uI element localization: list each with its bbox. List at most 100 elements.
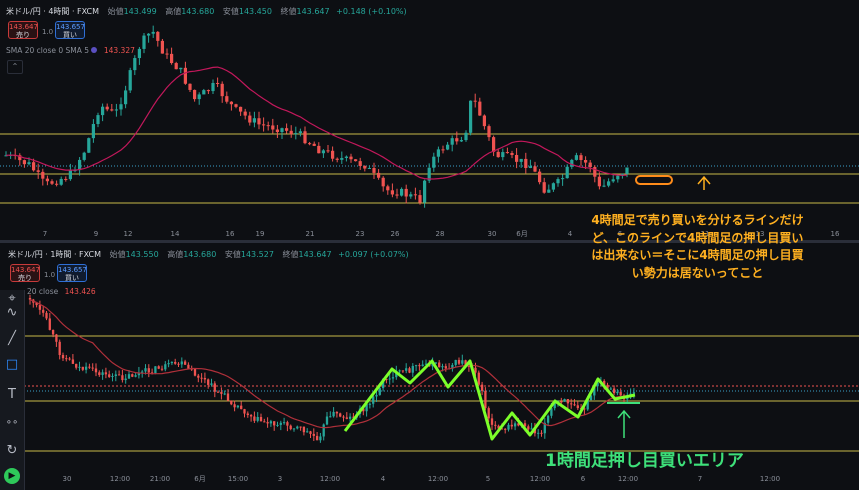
indicator-value: 143.327 <box>103 46 135 55</box>
candle-body <box>409 194 413 197</box>
candle-body <box>240 405 243 410</box>
candle-body <box>137 48 142 59</box>
candle-body <box>422 180 427 203</box>
candle-body <box>187 364 190 369</box>
candle-body <box>329 416 332 418</box>
candle-body <box>141 371 144 373</box>
trend-line-icon[interactable]: ╱ <box>3 330 21 348</box>
candle-body <box>540 432 543 434</box>
candle-body <box>36 170 40 172</box>
replay-icon[interactable]: ↻ <box>3 442 21 460</box>
close-value: 143.647 <box>298 250 332 259</box>
candle-body <box>542 182 546 193</box>
candle-body <box>537 171 542 183</box>
candle-body <box>193 368 197 376</box>
candle-body <box>119 104 123 110</box>
buy-button[interactable]: 143.657 買い <box>55 21 85 39</box>
candle-body <box>94 368 98 373</box>
candle-body <box>461 360 464 364</box>
candle-body <box>519 158 523 162</box>
candle-body <box>335 158 339 160</box>
symbol-label[interactable]: 米ドル/円 · 4時間 · FXCM <box>6 7 99 16</box>
rectangle-icon[interactable]: □ <box>3 356 21 374</box>
sell-label: 売り <box>18 274 32 282</box>
candle-body <box>319 436 322 441</box>
candle-body <box>206 90 211 92</box>
candle-body <box>229 101 234 105</box>
candle-body <box>269 421 273 424</box>
candle-body <box>487 408 490 419</box>
candle-body <box>230 400 233 405</box>
candle-body <box>50 181 54 184</box>
candle-body <box>524 158 528 168</box>
candle-body <box>22 160 27 165</box>
candle-body <box>246 413 249 416</box>
arrow-up-icon <box>697 175 711 190</box>
buy-button[interactable]: 143.657 買い <box>57 264 87 282</box>
candle-body <box>59 178 63 185</box>
candle-body <box>317 145 321 154</box>
candle-body <box>450 138 454 145</box>
candle-body <box>58 341 61 356</box>
chart-4h-canvas[interactable]: 7 9 12 14 16 19 21 23 26 28 30 6月 4 6 11 13 16 <box>0 0 859 240</box>
candle-body <box>279 422 282 425</box>
candle-body <box>223 393 226 395</box>
candle-body <box>510 424 513 427</box>
candle-body <box>174 63 178 70</box>
candle-body <box>192 89 197 100</box>
buy-label: 買い <box>65 274 79 282</box>
candle-body <box>156 31 160 41</box>
candle-body <box>551 183 556 190</box>
chevron-up-icon[interactable]: ⌃ <box>7 60 23 74</box>
candle-body <box>353 159 358 162</box>
candle-body <box>167 363 170 365</box>
candle-body <box>284 128 289 131</box>
candle-body <box>296 426 299 429</box>
low-value: 143.527 <box>240 250 274 259</box>
candle-body <box>275 129 280 133</box>
x-tick-label: 9 <box>94 230 98 238</box>
candle-body <box>259 416 263 422</box>
arrow-up-icon <box>617 409 631 438</box>
play-icon[interactable]: ▶ <box>4 468 20 484</box>
sell-button[interactable]: 143.647 売り <box>10 264 40 282</box>
candle-body <box>202 90 206 95</box>
candle-body <box>27 162 31 165</box>
candle-body <box>210 383 213 385</box>
candle-body <box>220 391 223 394</box>
candle-body <box>292 428 296 430</box>
candle-body <box>528 166 533 168</box>
candle-body <box>211 82 215 92</box>
candle-body <box>299 426 302 428</box>
candle-body <box>183 361 187 365</box>
indicator-legend[interactable]: 20 close 143.426 <box>27 287 96 296</box>
candle-body <box>375 394 378 397</box>
candle-body <box>432 156 436 168</box>
indicator-legend[interactable]: SMA 20 close 0 SMA 5 143.327 <box>6 46 135 55</box>
candle-body <box>123 90 128 105</box>
candle-body <box>180 361 183 365</box>
candle-body <box>236 405 240 408</box>
x-tick-label: 6 <box>581 475 586 483</box>
chart-4h-pane[interactable]: 7 9 12 14 16 19 21 23 26 28 30 6月 4 6 11 13 16 米ドル/円 · 4… <box>0 0 859 240</box>
candle-body <box>249 415 253 417</box>
candle-body <box>110 109 114 111</box>
text-tool-icon[interactable]: T <box>3 386 21 404</box>
candle-body <box>65 358 68 360</box>
low-label: 安値 <box>224 250 241 259</box>
symbol-label[interactable]: 米ドル/円 · 1時間 · FXCM <box>8 250 101 259</box>
x-tick-label: 19 <box>256 230 265 238</box>
candle-body <box>315 435 319 441</box>
candle-body <box>436 149 441 157</box>
candle-body <box>91 124 96 139</box>
candle-body <box>602 185 606 187</box>
pattern-icon[interactable]: ∘∘ <box>3 414 21 432</box>
candle-body <box>160 368 164 370</box>
sell-button[interactable]: 143.647 売り <box>8 21 38 39</box>
x-tick-label: 4 <box>381 475 386 483</box>
candle-body <box>261 124 266 126</box>
candle-body <box>151 31 155 34</box>
candle-body <box>226 393 230 401</box>
candle-body <box>78 366 81 368</box>
brush-icon[interactable]: ∿ <box>3 304 21 322</box>
